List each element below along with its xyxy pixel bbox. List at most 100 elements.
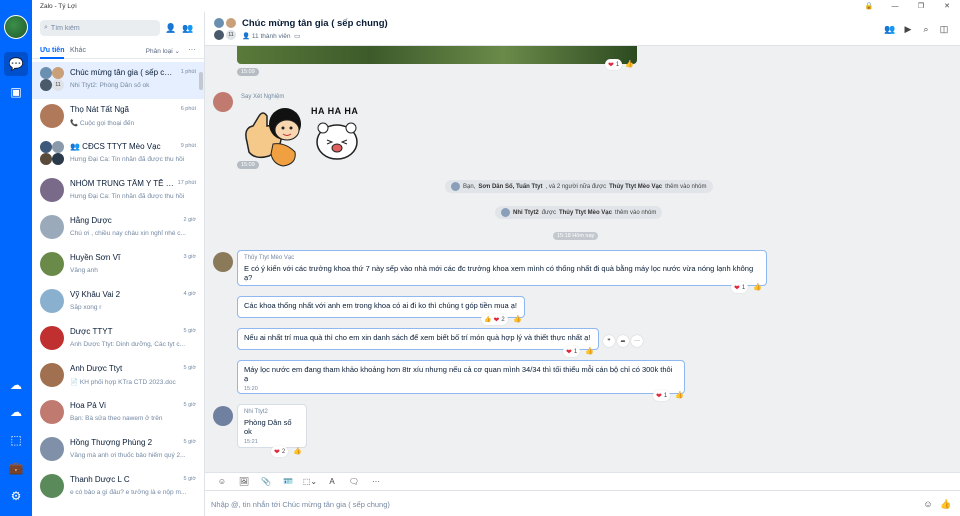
contacts-icon[interactable]: ▣ xyxy=(4,80,28,104)
member-count[interactable]: 👤 11 thành viên ▭ xyxy=(242,32,300,40)
my-avatar[interactable] xyxy=(4,15,28,39)
add-friend-icon[interactable]: 👤 xyxy=(164,21,178,35)
like-icon[interactable]: 👍 xyxy=(585,347,594,355)
close-button[interactable]: ✕ xyxy=(934,0,960,12)
image-icon[interactable]: 🖼 xyxy=(233,474,255,490)
avatar xyxy=(40,252,64,276)
lock-icon[interactable]: 🔒 xyxy=(856,0,882,12)
conversation-preview: Hưng Đại Ca: Tin nhắn đã được thu hồi xyxy=(70,193,185,200)
conversation-time: 5 giờ xyxy=(183,402,196,408)
conversation-preview: Anh Dược Ttyt: Dinh dưỡng, Các tyt c... xyxy=(70,341,186,348)
avatar xyxy=(40,178,64,202)
format-text-icon[interactable]: A xyxy=(321,474,343,490)
chat-pane: 11 Chúc mừng tân gia ( sếp chung) 👤 11 t… xyxy=(205,12,960,516)
conversation-time: 9 phút xyxy=(180,143,196,149)
minimize-button[interactable]: — xyxy=(882,0,908,12)
search-box[interactable]: ⌕ xyxy=(40,20,160,36)
add-member-icon[interactable]: 👥 xyxy=(883,22,897,36)
message-bubble[interactable]: Thủy Ttyt Mèo Vạc E có ý kiến với các tr… xyxy=(237,250,767,286)
reaction-pill[interactable]: ❤ 1 xyxy=(653,390,671,401)
conversation-item[interactable]: Anh Dược Ttyt 5 giờ 📄 KH phối hợp KTra C… xyxy=(32,358,204,395)
classify-dropdown[interactable]: Phân loại ⌄ xyxy=(146,47,180,55)
contact-card-icon[interactable]: 🪪 xyxy=(277,474,299,490)
conversation-time: 4 giờ xyxy=(183,291,196,297)
conversation-name: Vỹ Khâu Vai 2 xyxy=(70,290,121,299)
tab-other[interactable]: Khác xyxy=(70,47,86,54)
sticker-icon[interactable]: ☺ xyxy=(211,474,233,490)
message-text: Nếu ai nhất trí mua quà thì cho em xin d… xyxy=(244,333,591,342)
more-icon[interactable]: ··· xyxy=(631,335,643,347)
messages-icon[interactable]: 💬 xyxy=(4,52,28,76)
conversation-preview: Vâng anh xyxy=(70,267,98,274)
forward-icon[interactable]: ➦ xyxy=(617,335,629,347)
conversation-item[interactable]: Hằng Dược 2 giờ Chú ơi , chiều nay cháu … xyxy=(32,210,204,247)
sticker-hahaha[interactable]: HA HA HA xyxy=(311,106,365,160)
notice-avatar xyxy=(451,182,460,191)
message-time: 15:09 xyxy=(237,68,259,76)
reaction-pill[interactable]: ❤ 1 xyxy=(563,346,581,357)
sender-avatar[interactable] xyxy=(213,252,233,272)
settings-icon[interactable]: ⚙ xyxy=(4,484,28,508)
like-icon[interactable]: 👍 xyxy=(293,447,302,455)
more-tools-icon[interactable]: ··· xyxy=(365,474,387,490)
quote-icon[interactable]: ❞ xyxy=(603,335,615,347)
conversation-preview: Hưng Đại Ca: Tin nhắn đã được thu hồi xyxy=(70,156,185,163)
sender-avatar[interactable] xyxy=(213,92,233,112)
restore-button[interactable]: ❐ xyxy=(908,0,934,12)
image-message[interactable] xyxy=(237,46,637,64)
conversation-item[interactable]: Huyền Sơn Vĩ 3 giờ Vâng anh xyxy=(32,247,204,284)
reaction-pill[interactable]: ❤ 2 xyxy=(271,446,289,457)
message-bubble[interactable]: Nếu ai nhất trí mua quà thì cho em xin d… xyxy=(237,328,599,350)
create-group-icon[interactable]: 👥 xyxy=(181,21,195,35)
reaction-pill[interactable]: ❤ 1 xyxy=(605,59,623,70)
system-notice: Nhi Ttyt2 được Thủy Ttyt Mèo Vạc thêm và… xyxy=(495,206,663,219)
tab-priority[interactable]: Ưu tiên xyxy=(40,47,64,54)
group-avatar[interactable]: 11 xyxy=(213,17,237,41)
sender-name: Nhi Ttyt2 xyxy=(244,409,268,415)
window-title: Zalo - Tý Lợi xyxy=(40,2,77,10)
like-icon[interactable]: 👍 xyxy=(753,283,762,291)
emoji-icon[interactable]: ☺ xyxy=(921,497,935,511)
reaction-pill[interactable]: ❤ 1 xyxy=(731,282,749,293)
conversation-item[interactable]: 11 Chúc mừng tân gia ( sếp chung) 1 phút… xyxy=(32,62,204,99)
conversation-item[interactable]: Hồng Thượng Phùng 2 5 giờ Vâng mà anh ơi… xyxy=(32,432,204,469)
cloud-icon[interactable]: ☁ xyxy=(4,400,28,424)
message-bubble[interactable]: Nhi Ttyt2 Phòng Dân số ok 15:21 xyxy=(237,404,307,448)
attachment-icon[interactable]: 📎 xyxy=(255,474,277,490)
like-icon[interactable]: 👍 xyxy=(625,60,634,68)
group-avatar xyxy=(40,141,64,165)
screenshot-icon[interactable]: ⬚⌄ xyxy=(299,474,321,490)
like-icon[interactable]: 👍 xyxy=(513,315,522,323)
reaction-pill[interactable]: 👍 ❤ 2 xyxy=(481,314,508,325)
search-icon[interactable]: ⌕ xyxy=(919,22,933,36)
screenshot-icon[interactable]: ⬚ xyxy=(4,428,28,452)
quick-like-icon[interactable]: 👍 xyxy=(939,497,953,511)
sidebar-toggle-icon[interactable]: ◫ xyxy=(937,22,951,36)
conversation-item[interactable]: Thọ Nát Tất Ngã 6 phút 📞 Cuộc gọi thoại … xyxy=(32,99,204,136)
sender-avatar[interactable] xyxy=(213,406,233,426)
conversation-preview: Nhi Ttyt2: Phòng Dân số ok xyxy=(70,82,150,89)
reminder-icon[interactable]: 🗨 xyxy=(343,474,365,490)
conversation-item[interactable]: Vỹ Khâu Vai 2 4 giờ Sắp xong r xyxy=(32,284,204,321)
list-scrollbar[interactable] xyxy=(199,72,203,90)
toolbox-icon[interactable]: 💼 xyxy=(4,456,28,480)
like-icon[interactable]: 👍 xyxy=(675,391,684,399)
conversation-item[interactable]: Hoa Pả Vi 5 giờ Bạn: Bà sửa theo nawem ở… xyxy=(32,395,204,432)
avatar xyxy=(40,437,64,461)
conversation-time: 6 phút xyxy=(180,106,196,112)
conversation-item[interactable]: Dược TTYT 5 giờ Anh Dược Ttyt: Dinh dưỡn… xyxy=(32,321,204,358)
conversation-item[interactable]: NHÓM TRUNG TÂM Y TẾ H... 17 phút Hưng Đạ… xyxy=(32,173,204,210)
message-input[interactable] xyxy=(211,497,901,511)
message-bubble[interactable]: Máy lọc nước em đang tham khảo khoảng hơ… xyxy=(237,360,685,394)
composer-toolbar: ☺ 🖼 📎 🪪 ⬚⌄ A 🗨 ··· xyxy=(205,472,960,490)
video-call-icon[interactable]: ▶ xyxy=(901,22,915,36)
search-input[interactable] xyxy=(50,24,151,32)
conversation-item[interactable]: 👥 CĐCS TTYT Mèo Vạc 9 phút Hưng Đại Ca: … xyxy=(32,136,204,173)
cloud-upload-icon[interactable]: ☁ xyxy=(4,373,28,397)
conversation-name: Huyền Sơn Vĩ xyxy=(70,253,121,262)
more-options-button[interactable]: ··· xyxy=(188,45,196,54)
conversation-list: 11 Chúc mừng tân gia ( sếp chung) 1 phút… xyxy=(32,62,204,506)
conversation-preview: e có bảo a gì đâu? e tưởng là e nộp m... xyxy=(70,489,187,496)
system-notice: Bạn, Sơn Dân Số, Tuấn Ttyt, và 2 người n… xyxy=(445,180,713,193)
conversation-item[interactable]: Thanh Dược L C 5 giờ e có bảo a gì đâu? … xyxy=(32,469,204,506)
